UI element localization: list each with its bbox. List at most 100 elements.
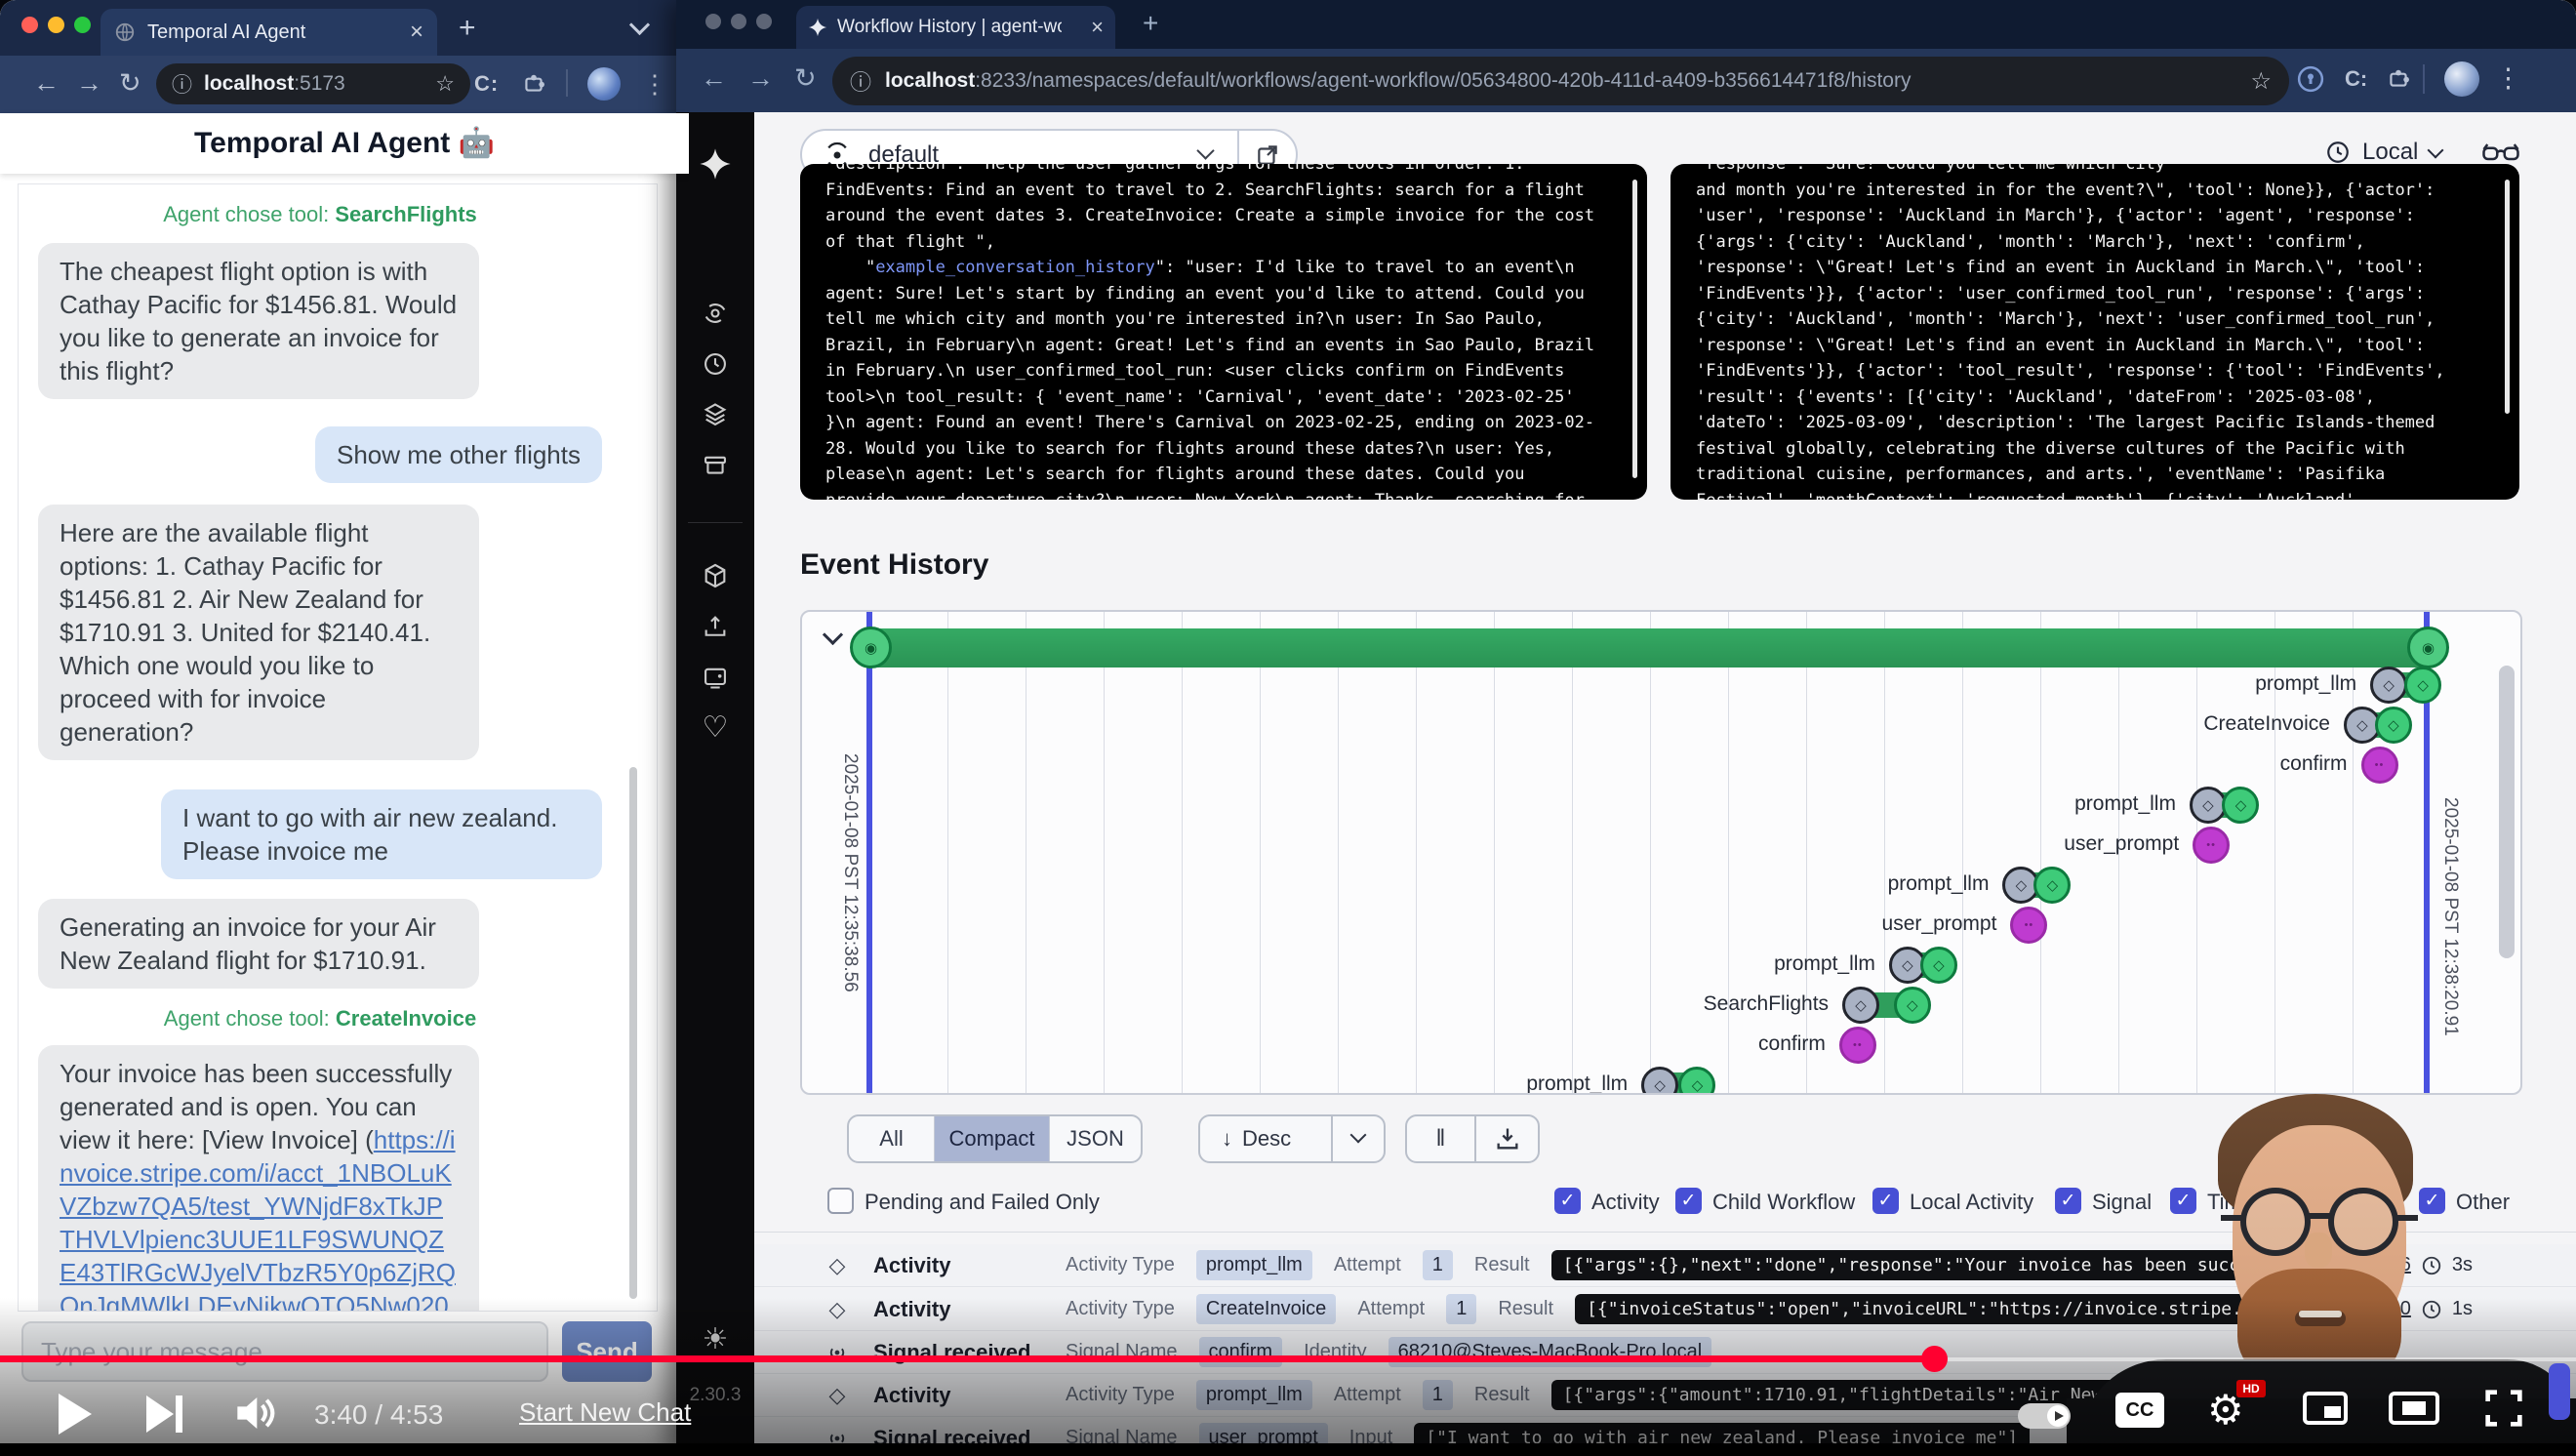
theme-sun-icon[interactable]: ☀ xyxy=(676,1322,754,1356)
extension-c-icon[interactable]: C: xyxy=(2345,66,2367,92)
forward-icon[interactable]: → xyxy=(747,65,774,92)
filter-checkbox-other[interactable]: ✓ xyxy=(2419,1188,2445,1214)
theater-mode-icon[interactable] xyxy=(2389,1392,2439,1425)
send-button[interactable]: Send xyxy=(562,1321,652,1382)
chat-scrollbar[interactable] xyxy=(629,767,637,1299)
password-manager-icon[interactable] xyxy=(2296,64,2325,94)
activity-completed-marker[interactable]: ◇ xyxy=(1920,947,1957,984)
autoplay-toggle[interactable] xyxy=(2018,1403,2071,1429)
workflow-execution-bar[interactable] xyxy=(870,628,2428,667)
pending-failed-checkbox[interactable] xyxy=(827,1188,854,1214)
volume-icon[interactable] xyxy=(232,1390,279,1436)
video-progress-remaining[interactable] xyxy=(1934,1357,2576,1361)
activity-scheduled-marker[interactable]: ◇ xyxy=(1842,987,1879,1024)
temporal-logo-icon[interactable] xyxy=(699,147,732,181)
timeline-scrollbar-thumb[interactable] xyxy=(2499,666,2515,958)
archive-icon[interactable] xyxy=(702,452,729,479)
event-id-link[interactable]: 99 xyxy=(2347,1298,2368,1320)
close-tab-icon[interactable]: × xyxy=(1091,15,1104,40)
play-icon[interactable] xyxy=(59,1394,92,1435)
event-ids[interactable]: 1051063s xyxy=(2336,1254,2473,1276)
zoom-window-button[interactable] xyxy=(74,17,91,33)
activity-completed-marker[interactable]: ◇ xyxy=(2404,667,2441,704)
video-progress-handle[interactable] xyxy=(1921,1346,1948,1372)
filter-checkbox-timer[interactable]: ✓ xyxy=(2170,1188,2196,1214)
event-table-row[interactable]: Signal receivedSignal NameconfirmIdentit… xyxy=(754,1331,2576,1374)
page-scrollbar-thumb[interactable] xyxy=(2549,1363,2570,1420)
reload-icon[interactable]: ↻ xyxy=(794,65,817,92)
schedules-icon[interactable] xyxy=(702,350,729,378)
timezone-selector[interactable]: Local xyxy=(2325,139,2441,166)
bookmark-star-icon[interactable]: ☆ xyxy=(2250,67,2272,96)
activity-scheduled-marker[interactable]: ◇ xyxy=(2190,787,2227,824)
invoice-link[interactable]: https://invoice.stripe.com/i/acct_1NBOLu… xyxy=(60,1125,456,1312)
bookmark-star-icon[interactable]: ☆ xyxy=(435,71,455,97)
site-info-icon[interactable]: ⓘ xyxy=(850,65,871,97)
event-table-row[interactable]: ◇ActivityActivity TypeCreateInvoiceAttem… xyxy=(754,1288,2576,1331)
pause-button[interactable]: ‖ xyxy=(1407,1116,1476,1161)
event-id-link[interactable]: 106 xyxy=(2379,1254,2411,1276)
event-id-link[interactable]: 100 xyxy=(2379,1298,2411,1320)
address-bar[interactable]: ⓘ localhost:5173 ☆ xyxy=(156,63,470,104)
workflows-icon[interactable] xyxy=(702,300,729,327)
view-option-json[interactable]: JSON xyxy=(1050,1116,1141,1161)
feedback-window-icon[interactable] xyxy=(702,664,729,691)
filter-checkbox-activity[interactable]: ✓ xyxy=(1554,1188,1581,1214)
profile-avatar[interactable] xyxy=(587,67,621,101)
workflow-end-marker[interactable]: ◉ xyxy=(2407,627,2449,668)
new-tab-button[interactable]: + xyxy=(459,12,476,45)
miniplayer-icon[interactable] xyxy=(2303,1392,2348,1425)
panel-scrollbar[interactable] xyxy=(1632,180,1637,478)
tab-workflow-history[interactable]: Workflow History | agent-wor × xyxy=(796,6,1115,49)
captions-button[interactable]: CC xyxy=(2115,1393,2164,1428)
event-ids[interactable]: 991001s xyxy=(2347,1298,2473,1320)
reload-icon[interactable]: ↻ xyxy=(119,70,141,97)
download-button[interactable] xyxy=(1494,1125,1521,1153)
zoom-window-button[interactable] xyxy=(756,14,772,29)
activity-completed-marker[interactable]: ◇ xyxy=(2375,707,2412,744)
signal-marker[interactable]: •• xyxy=(2361,747,2398,784)
view-option-compact[interactable]: Compact xyxy=(935,1116,1050,1161)
minimize-window-button[interactable] xyxy=(731,14,746,29)
tab-temporal-ai-agent[interactable]: Temporal AI Agent × xyxy=(101,9,437,56)
browser-menu-icon[interactable]: ⋮ xyxy=(2495,63,2521,94)
close-tab-icon[interactable]: × xyxy=(410,19,423,46)
forward-icon[interactable]: → xyxy=(76,70,102,97)
labs-cube-icon[interactable] xyxy=(702,562,729,589)
signal-marker[interactable]: •• xyxy=(1839,1027,1876,1064)
extensions-puzzle-icon[interactable] xyxy=(521,70,546,96)
filter-checkbox-local-activity[interactable]: ✓ xyxy=(1872,1188,1899,1214)
close-window-button[interactable] xyxy=(705,14,721,29)
sort-chevron-icon[interactable] xyxy=(1352,1129,1364,1150)
filter-checkbox-signal[interactable]: ✓ xyxy=(2055,1188,2081,1214)
view-option-all[interactable]: All xyxy=(849,1116,935,1161)
back-icon[interactable]: ← xyxy=(33,70,60,97)
sort-control[interactable]: ↓ Desc xyxy=(1198,1114,1386,1163)
browser-menu-icon[interactable]: ⋮ xyxy=(642,69,667,100)
event-table-row[interactable]: ◇ActivityActivity Typeprompt_llmAttempt1… xyxy=(754,1244,2576,1287)
payload-panel-right[interactable]: 'response': "Sure! Could you tell me whi… xyxy=(1670,164,2519,500)
signal-marker[interactable]: •• xyxy=(2193,827,2230,864)
extension-c-icon[interactable]: C: xyxy=(474,71,499,97)
favorites-heart-icon[interactable]: ♡ xyxy=(676,710,754,745)
message-input[interactable] xyxy=(21,1321,548,1382)
filter-checkbox-child-workflow[interactable]: ✓ xyxy=(1675,1188,1702,1214)
close-window-button[interactable] xyxy=(21,17,38,33)
activity-completed-marker[interactable]: ◇ xyxy=(1894,987,1931,1024)
site-info-icon[interactable]: ⓘ xyxy=(172,69,192,99)
new-tab-button[interactable]: + xyxy=(1143,8,1158,39)
import-upload-icon[interactable] xyxy=(702,613,729,640)
panel-scrollbar[interactable] xyxy=(2505,180,2510,414)
workflow-start-marker[interactable]: ◉ xyxy=(850,627,892,668)
video-progress-played[interactable] xyxy=(0,1355,1934,1362)
tab-overview-chevron-icon[interactable] xyxy=(632,18,647,37)
extensions-puzzle-icon[interactable] xyxy=(2386,65,2411,91)
address-bar[interactable]: ⓘ localhost:8233/namespaces/default/work… xyxy=(832,57,2289,105)
start-new-chat-link[interactable]: Start New Chat xyxy=(519,1397,691,1428)
fullscreen-icon[interactable] xyxy=(2483,1388,2524,1429)
activity-scheduled-marker[interactable]: ◇ xyxy=(2370,667,2407,704)
profile-avatar[interactable] xyxy=(2444,61,2479,97)
namespaces-layers-icon[interactable] xyxy=(702,401,729,428)
event-id-link[interactable]: 105 xyxy=(2336,1254,2368,1276)
minimize-window-button[interactable] xyxy=(48,17,64,33)
